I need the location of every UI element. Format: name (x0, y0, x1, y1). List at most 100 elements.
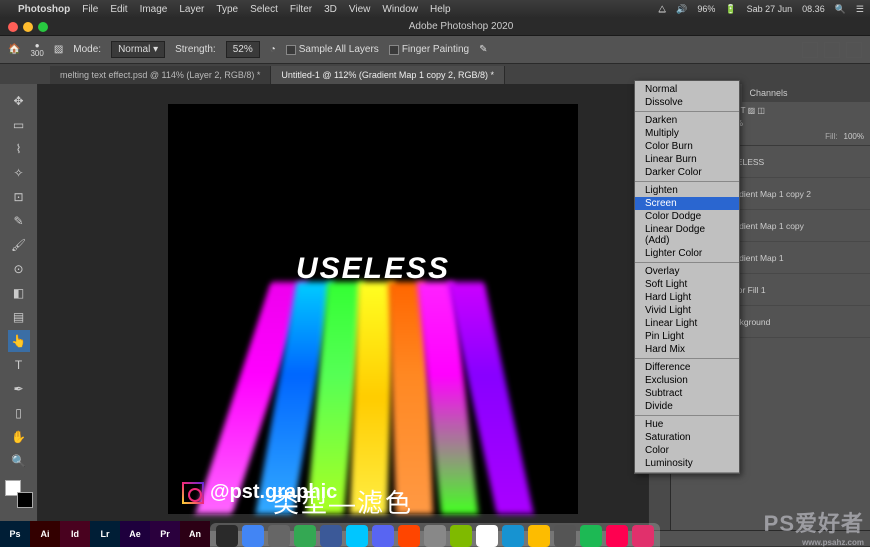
blend-mode-option[interactable]: Lighten (635, 184, 739, 197)
sample-all-layers-checkbox[interactable]: Sample All Layers (286, 44, 379, 55)
menubar-date[interactable]: Sab 27 Jun (747, 4, 793, 14)
blend-mode-option[interactable]: Color Dodge (635, 210, 739, 223)
pen-tool[interactable]: ✒ (8, 378, 30, 400)
dock-app-4[interactable] (424, 525, 446, 547)
blend-mode-option[interactable]: Linear Dodge (Add) (635, 223, 739, 247)
battery-icon[interactable]: 🔋 (725, 4, 736, 15)
fullscreen-window-button[interactable] (38, 22, 48, 32)
crop-tool[interactable]: ⊡ (8, 186, 30, 208)
menu-edit[interactable]: Edit (110, 4, 127, 15)
blend-mode-option[interactable]: Multiply (635, 127, 739, 140)
blend-mode-option[interactable]: Screen (635, 197, 739, 210)
marquee-tool[interactable]: ▭ (8, 114, 30, 136)
gradient-tool[interactable]: ▤ (8, 306, 30, 328)
dock-app-5[interactable] (450, 525, 472, 547)
brush-preset-picker[interactable]: ●300 (30, 42, 43, 58)
blend-mode-option[interactable]: Color Burn (635, 140, 739, 153)
dock-app-3[interactable] (398, 525, 420, 547)
finger-painting-checkbox[interactable]: Finger Painting (389, 44, 469, 55)
doc-tab-1[interactable]: melting text effect.psd @ 114% (Layer 2,… (50, 66, 271, 84)
blend-mode-option[interactable]: Pin Light (635, 330, 739, 343)
menu-view[interactable]: View (349, 4, 371, 15)
blend-mode-option[interactable]: Dissolve (635, 96, 739, 109)
zoom-tool[interactable]: 🔍 (8, 450, 30, 472)
blend-mode-option[interactable]: Hard Light (635, 291, 739, 304)
dock-safari[interactable] (242, 525, 264, 547)
spotlight-icon[interactable]: 🔍 (835, 4, 846, 15)
blend-mode-option[interactable]: Darken (635, 114, 739, 127)
lasso-tool[interactable]: ⌇ (8, 138, 30, 160)
move-tool[interactable]: ✥ (8, 90, 30, 112)
clone-stamp-tool[interactable]: ⊙ (8, 258, 30, 280)
dock-app-2[interactable] (372, 525, 394, 547)
blend-mode-option[interactable]: Subtract (635, 387, 739, 400)
app-menu[interactable]: Photoshop (18, 4, 70, 15)
dock-app-10[interactable] (606, 525, 628, 547)
magic-wand-tool[interactable]: ✧ (8, 162, 30, 184)
eraser-tool[interactable]: ◧ (8, 282, 30, 304)
dock-finder[interactable] (216, 525, 238, 547)
brush-settings-icon[interactable]: ▨ (54, 44, 63, 55)
blend-mode-option[interactable]: Hue (635, 418, 739, 431)
menubar-time[interactable]: 08.36 (802, 4, 825, 14)
blend-mode-option[interactable]: Soft Light (635, 278, 739, 291)
blend-mode-option[interactable]: Normal (635, 83, 739, 96)
share-icon[interactable] (846, 42, 862, 58)
menu-3d[interactable]: 3D (324, 4, 337, 15)
dock-trash[interactable] (632, 525, 654, 547)
hand-tool[interactable]: ✋ (8, 426, 30, 448)
menu-filter[interactable]: Filter (290, 4, 312, 15)
close-window-button[interactable] (8, 22, 18, 32)
minimize-window-button[interactable] (23, 22, 33, 32)
blend-mode-option[interactable]: Vivid Light (635, 304, 739, 317)
volume-icon[interactable]: 🔊 (676, 4, 687, 15)
menu-select[interactable]: Select (250, 4, 278, 15)
blend-mode-option[interactable]: Linear Burn (635, 153, 739, 166)
blend-mode-option[interactable]: Color (635, 444, 739, 457)
dock-settings[interactable] (268, 525, 290, 547)
dock-messages[interactable] (294, 525, 316, 547)
blend-mode-option[interactable]: Linear Light (635, 317, 739, 330)
strength-value[interactable]: 52% (226, 41, 260, 58)
dock-app-7[interactable] (502, 525, 524, 547)
dock-mail[interactable] (320, 525, 342, 547)
shape-tool[interactable]: ▯ (8, 402, 30, 424)
workspace-switcher-icon[interactable] (802, 42, 818, 58)
blend-mode-option[interactable]: Darker Color (635, 166, 739, 179)
blend-mode-dropdown[interactable]: NormalDissolveDarkenMultiplyColor BurnLi… (634, 80, 740, 474)
type-tool[interactable]: T (8, 354, 30, 376)
blend-mode-option[interactable]: Overlay (635, 265, 739, 278)
fg-bg-colors[interactable] (5, 480, 33, 508)
panel-tab-channels[interactable]: Channels (742, 84, 796, 102)
artboard[interactable]: USELESS @pst.graphic (168, 104, 578, 514)
search-icon[interactable] (824, 42, 840, 58)
menu-file[interactable]: File (82, 4, 98, 15)
dock-app-8[interactable] (528, 525, 550, 547)
blend-mode-option[interactable]: Exclusion (635, 374, 739, 387)
blend-mode-select[interactable]: Normal ▾ (111, 41, 165, 58)
eyedropper-tool[interactable]: ✎ (8, 210, 30, 232)
menu-type[interactable]: Type (216, 4, 238, 15)
blend-mode-option[interactable]: Difference (635, 361, 739, 374)
blend-mode-option[interactable]: Hard Mix (635, 343, 739, 356)
home-icon[interactable]: 🏠 (8, 44, 20, 55)
notifications-icon[interactable]: ☰ (856, 4, 864, 15)
dock-app-1[interactable] (346, 525, 368, 547)
blend-mode-option[interactable]: Saturation (635, 431, 739, 444)
fill-value[interactable]: 100% (844, 132, 864, 141)
doc-tab-2[interactable]: Untitled-1 @ 112% (Gradient Map 1 copy 2… (271, 66, 505, 84)
menu-image[interactable]: Image (140, 4, 168, 15)
pressure-icon[interactable]: ◔ (270, 44, 276, 55)
smudge-tool[interactable]: 👆 (8, 330, 30, 352)
blend-mode-option[interactable]: Luminosity (635, 457, 739, 470)
canvas-area[interactable]: USELESS @pst.graphic 类型—滤色 (38, 84, 648, 530)
blend-mode-option[interactable]: Divide (635, 400, 739, 413)
menu-help[interactable]: Help (430, 4, 451, 15)
wifi-icon[interactable]: ⧋ (658, 4, 666, 15)
dock-app-9[interactable] (554, 525, 576, 547)
dock-app-6[interactable] (476, 525, 498, 547)
menu-layer[interactable]: Layer (179, 4, 204, 15)
tablet-pressure-icon[interactable]: ✎ (479, 44, 487, 55)
menu-window[interactable]: Window (382, 4, 418, 15)
dock-spotify[interactable] (580, 525, 602, 547)
